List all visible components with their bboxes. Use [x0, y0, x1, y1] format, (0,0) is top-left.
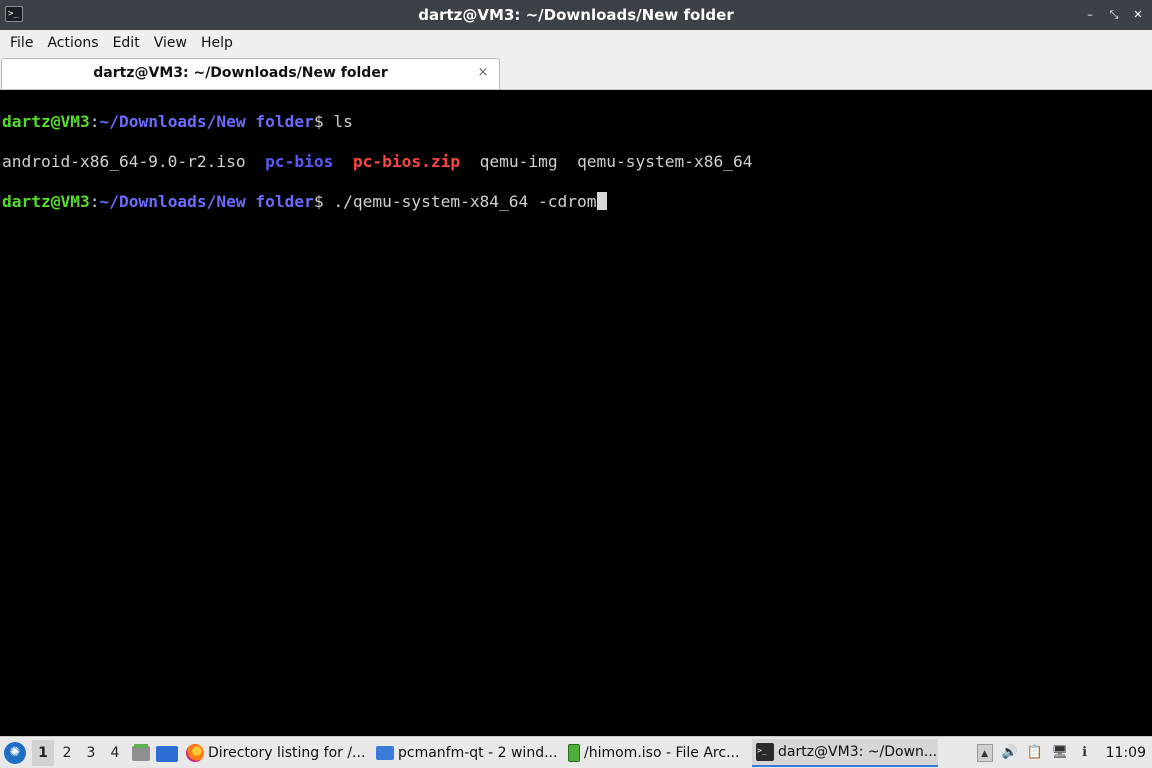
tab-label: dartz@VM3: ~/Downloads/New folder [93, 65, 388, 81]
system-tray: ▲ 🔊 📋 🖥 ℹ 11:09 [976, 737, 1152, 768]
desktop-1[interactable]: 1 [32, 739, 54, 766]
listing-archive: pc-bios.zip [352, 152, 461, 171]
prompt-path: ~/Downloads/New folder [99, 192, 314, 211]
listing-file: android-x86_64-9.0-r2.iso [2, 152, 246, 171]
tab-strip: dartz@VM3: ~/Downloads/New folder × [0, 56, 1152, 90]
menu-bar: File Actions Edit View Help [0, 30, 1152, 56]
command-input[interactable]: ./qemu-system-x84_64 -cdrom [333, 192, 596, 211]
menu-file[interactable]: File [3, 30, 40, 56]
prompt-symbol: $ [313, 192, 334, 211]
menu-view[interactable]: View [147, 30, 194, 56]
desktop-4[interactable]: 4 [104, 740, 126, 766]
network-icon[interactable]: 🖥 [1052, 744, 1069, 762]
minimize-icon[interactable]: – [1084, 9, 1096, 21]
desktop-2[interactable]: 2 [56, 740, 78, 766]
prompt-user: dartz@VM3 [2, 112, 90, 131]
clipboard-icon[interactable]: 📋 [1027, 744, 1043, 762]
task-label: pcmanfm-qt - 2 wind... [398, 744, 558, 761]
close-icon[interactable]: ✕ [1132, 9, 1144, 21]
prompt-symbol: $ [313, 112, 334, 131]
tray-expand-icon[interactable]: ▲ [976, 743, 993, 762]
listing-file: qemu-system-x86_64 [577, 152, 753, 171]
prompt-separator: : [89, 192, 100, 211]
folder-icon [376, 745, 394, 760]
window-titlebar[interactable]: >_ dartz@VM3: ~/Downloads/New folder – ⤡… [0, 0, 1152, 30]
tab-close-icon[interactable]: × [476, 66, 490, 80]
task-label: Directory listing for /... [208, 744, 366, 761]
start-menu-icon[interactable]: ✺ [4, 741, 26, 764]
maximize-icon[interactable]: ⤡ [1108, 9, 1120, 21]
terminal-line: android-x86_64-9.0-r2.iso pc-bios pc-bio… [2, 152, 1149, 172]
archive-icon [568, 743, 580, 762]
firefox-icon [186, 743, 204, 762]
command-text: ls [333, 112, 353, 131]
task-label: dartz@VM3: ~/Down... [778, 743, 938, 760]
desktop-3[interactable]: 3 [80, 740, 102, 766]
menu-actions[interactable]: Actions [40, 30, 105, 56]
show-desktop-icon[interactable] [156, 746, 178, 762]
task-firefox[interactable]: Directory listing for /... [182, 739, 368, 767]
prompt-separator: : [89, 112, 100, 131]
text-cursor [596, 192, 607, 210]
terminal-line: dartz@VM3:~/Downloads/New folder$ ls [2, 112, 1149, 132]
window-title: dartz@VM3: ~/Downloads/New folder [418, 6, 734, 24]
taskbar: ✺ 1 2 3 4 Directory listing for /... pcm… [0, 736, 1152, 768]
task-terminal[interactable]: >_ dartz@VM3: ~/Down... [752, 738, 938, 767]
terminal-icon: >_ [756, 742, 774, 761]
tab-terminal[interactable]: dartz@VM3: ~/Downloads/New folder × [1, 58, 500, 89]
listing-file: qemu-img [479, 152, 558, 171]
listing-directory: pc-bios [265, 152, 334, 171]
task-label: /himom.iso - File Arc... [584, 744, 740, 761]
file-manager-launcher-icon[interactable] [130, 742, 152, 764]
terminal-output[interactable]: dartz@VM3:~/Downloads/New folder$ ls and… [0, 91, 1149, 736]
notification-icon[interactable]: ℹ [1077, 744, 1093, 762]
clock[interactable]: 11:09 [1106, 745, 1146, 761]
window-controls: – ⤡ ✕ [1084, 0, 1144, 30]
terminal-line: dartz@VM3:~/Downloads/New folder$ ./qemu… [2, 192, 1149, 212]
volume-icon[interactable]: 🔊 [1002, 744, 1018, 762]
task-file-manager[interactable]: pcmanfm-qt - 2 wind... [372, 739, 560, 767]
prompt-path: ~/Downloads/New folder [99, 112, 314, 131]
prompt-user: dartz@VM3 [2, 192, 90, 211]
menu-help[interactable]: Help [194, 30, 240, 56]
task-archiver[interactable]: /himom.iso - File Arc... [564, 739, 748, 767]
menu-edit[interactable]: Edit [106, 30, 147, 56]
